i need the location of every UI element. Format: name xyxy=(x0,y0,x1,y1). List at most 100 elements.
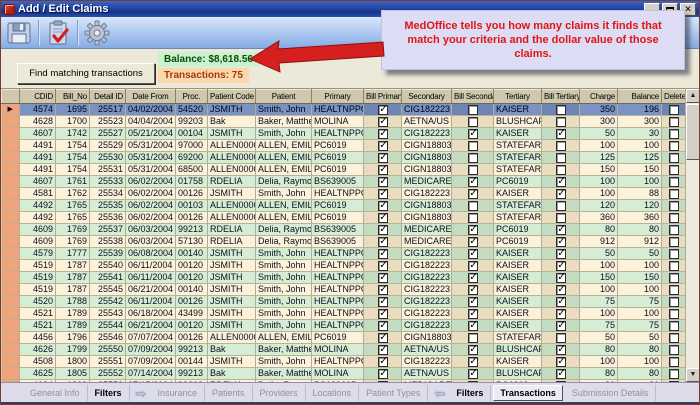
bill_tertiary-checkbox[interactable] xyxy=(556,285,566,295)
delete-checkbox[interactable] xyxy=(669,237,679,247)
delete-checkbox[interactable] xyxy=(669,105,679,115)
column-header-bill_primary[interactable]: Bill Primary xyxy=(364,90,402,104)
cell-bill_tertiary[interactable] xyxy=(542,368,580,380)
find-matching-transactions-button[interactable]: Find matching transactions xyxy=(17,63,155,84)
cell-bill_tertiary[interactable] xyxy=(542,164,580,176)
bill_tertiary-checkbox[interactable] xyxy=(556,333,566,343)
bill_secondary-checkbox[interactable] xyxy=(468,189,478,199)
bill_primary-checkbox[interactable] xyxy=(378,261,388,271)
row-selector[interactable] xyxy=(2,248,20,260)
claim-row[interactable]: 462817002552304/04/200499203BakBaker, Ma… xyxy=(2,116,686,128)
column-header-balance[interactable]: Balance xyxy=(618,90,662,104)
delete-checkbox[interactable] xyxy=(669,165,679,175)
delete-checkbox[interactable] xyxy=(669,261,679,271)
claim-row[interactable]: ▶457416952551704/02/200454520JSMITHSmith… xyxy=(2,104,686,116)
cell-bill_tertiary[interactable] xyxy=(542,104,580,116)
claim-row[interactable]: 449117542553105/31/200468500ALLEN0000ALL… xyxy=(2,164,686,176)
claim-row[interactable]: 462518052555207/14/200499213BakBaker, Ma… xyxy=(2,368,686,380)
bill_primary-checkbox[interactable] xyxy=(378,153,388,163)
tab-patient-types[interactable]: Patient Types xyxy=(359,385,428,401)
cell-bill_primary[interactable] xyxy=(364,296,402,308)
bill_primary-checkbox[interactable] xyxy=(378,141,388,151)
column-header-patient[interactable]: Patient xyxy=(256,90,312,104)
delete-checkbox[interactable] xyxy=(669,273,679,283)
cell-bill_primary[interactable] xyxy=(364,152,402,164)
cell-delete[interactable] xyxy=(662,164,686,176)
bill_primary-checkbox[interactable] xyxy=(378,333,388,343)
column-header-patient_code[interactable]: Patient Code xyxy=(208,90,256,104)
cell-bill_primary[interactable] xyxy=(364,236,402,248)
claim-row[interactable]: 449217652553506/02/200400103ALLEN0000ALL… xyxy=(2,200,686,212)
row-selector[interactable] xyxy=(2,308,20,320)
cell-bill_secondary[interactable] xyxy=(452,104,494,116)
claim-row[interactable]: 462617992555007/09/200499213BakBaker, Ma… xyxy=(2,344,686,356)
cell-bill_primary[interactable] xyxy=(364,284,402,296)
delete-checkbox[interactable] xyxy=(669,141,679,151)
tab-providers[interactable]: Providers xyxy=(253,385,306,401)
cell-bill_tertiary[interactable] xyxy=(542,284,580,296)
cell-bill_primary[interactable] xyxy=(364,368,402,380)
bill_tertiary-checkbox[interactable] xyxy=(556,297,566,307)
bill_tertiary-checkbox[interactable] xyxy=(556,273,566,283)
cell-bill_tertiary[interactable] xyxy=(542,248,580,260)
cell-bill_secondary[interactable] xyxy=(452,164,494,176)
delete-checkbox[interactable] xyxy=(669,333,679,343)
bill_tertiary-checkbox[interactable] xyxy=(556,141,566,151)
verify-claims-button[interactable] xyxy=(40,18,76,48)
bill_primary-checkbox[interactable] xyxy=(378,201,388,211)
bill_primary-checkbox[interactable] xyxy=(378,177,388,187)
row-selector[interactable] xyxy=(2,260,20,272)
bill_primary-checkbox[interactable] xyxy=(378,273,388,283)
cell-bill_secondary[interactable] xyxy=(452,284,494,296)
cell-bill_tertiary[interactable] xyxy=(542,152,580,164)
cell-bill_secondary[interactable] xyxy=(452,356,494,368)
row-selector[interactable] xyxy=(2,284,20,296)
bill_secondary-checkbox[interactable] xyxy=(468,165,478,175)
cell-bill_tertiary[interactable] xyxy=(542,260,580,272)
tab-filters[interactable]: Filters xyxy=(88,385,130,401)
bill_primary-checkbox[interactable] xyxy=(378,249,388,259)
claim-row[interactable]: 451917872554106/11/200400120JSMITHSmith,… xyxy=(2,272,686,284)
bill_secondary-checkbox[interactable] xyxy=(468,117,478,127)
claim-row[interactable]: 460717422552705/21/200400104JSMITHSmith,… xyxy=(2,128,686,140)
cell-bill_primary[interactable] xyxy=(364,188,402,200)
bill_tertiary-checkbox[interactable] xyxy=(556,201,566,211)
cell-bill_secondary[interactable] xyxy=(452,128,494,140)
delete-checkbox[interactable] xyxy=(669,357,679,367)
cell-bill_tertiary[interactable] xyxy=(542,236,580,248)
row-selector[interactable]: ▶ xyxy=(2,104,20,116)
bill_secondary-checkbox[interactable] xyxy=(468,345,478,355)
row-selector[interactable] xyxy=(2,344,20,356)
cell-delete[interactable] xyxy=(662,140,686,152)
row-selector[interactable] xyxy=(2,140,20,152)
delete-checkbox[interactable] xyxy=(669,285,679,295)
delete-checkbox[interactable] xyxy=(669,201,679,211)
cell-delete[interactable] xyxy=(662,344,686,356)
bill_secondary-checkbox[interactable] xyxy=(468,297,478,307)
row-selector[interactable] xyxy=(2,188,20,200)
cell-bill_primary[interactable] xyxy=(364,200,402,212)
column-header-delete[interactable]: Delete xyxy=(662,90,686,104)
cell-bill_secondary[interactable] xyxy=(452,200,494,212)
claim-row[interactable]: 450818002555107/09/200400144JSMITHSmith,… xyxy=(2,356,686,368)
grid-vertical-scrollbar[interactable]: ▲ ▼ xyxy=(685,89,699,382)
tab-general-info[interactable]: General Info xyxy=(23,385,88,401)
cell-bill_tertiary[interactable] xyxy=(542,272,580,284)
cell-delete[interactable] xyxy=(662,188,686,200)
claim-row[interactable]: 449217652553606/02/200400126ALLEN0000ALL… xyxy=(2,212,686,224)
cell-bill_tertiary[interactable] xyxy=(542,224,580,236)
bill_primary-checkbox[interactable] xyxy=(378,225,388,235)
claim-row[interactable]: 460717612553306/02/200401758RDELIADelia,… xyxy=(2,176,686,188)
bill_tertiary-checkbox[interactable] xyxy=(556,153,566,163)
cell-bill_secondary[interactable] xyxy=(452,332,494,344)
cell-delete[interactable] xyxy=(662,224,686,236)
bill_secondary-checkbox[interactable] xyxy=(468,273,478,283)
bill_secondary-checkbox[interactable] xyxy=(468,249,478,259)
column-header-date_from[interactable]: Date From xyxy=(126,90,176,104)
delete-checkbox[interactable] xyxy=(669,297,679,307)
column-header-cdid[interactable]: CDID xyxy=(20,90,56,104)
cell-bill_primary[interactable] xyxy=(364,356,402,368)
cell-bill_secondary[interactable] xyxy=(452,188,494,200)
claim-row[interactable]: 451917872554506/21/200400140JSMITHSmith,… xyxy=(2,284,686,296)
delete-checkbox[interactable] xyxy=(669,129,679,139)
